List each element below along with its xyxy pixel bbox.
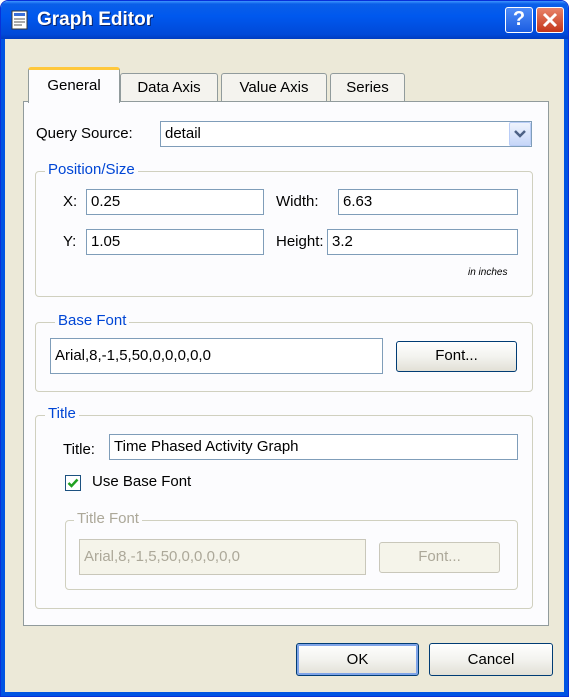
query-source-select[interactable]: detail xyxy=(160,121,532,147)
close-icon xyxy=(542,12,558,28)
query-source-label: Query Source: xyxy=(36,125,133,142)
graph-editor-dialog: Graph Editor ? General Data Axis Value A… xyxy=(0,0,569,697)
x-field[interactable]: 0.25 xyxy=(86,189,264,215)
height-field[interactable]: 3.2 xyxy=(327,229,518,255)
position-size-legend: Position/Size xyxy=(45,161,138,178)
use-base-font-label[interactable]: Use Base Font xyxy=(92,473,191,490)
window-title: Graph Editor xyxy=(37,9,154,30)
tab-value-axis[interactable]: Value Axis xyxy=(221,73,327,101)
title-label: Title: xyxy=(63,441,95,458)
y-field[interactable]: 1.05 xyxy=(86,229,264,255)
y-label: Y: xyxy=(63,233,77,250)
title-field[interactable]: Time Phased Activity Graph xyxy=(109,434,518,460)
x-label: X: xyxy=(63,193,78,210)
query-source-value: detail xyxy=(165,125,201,142)
help-button[interactable]: ? xyxy=(505,7,533,33)
window-border-left xyxy=(1,39,5,696)
ok-button[interactable]: OK xyxy=(296,643,419,676)
title-font-button: Font... xyxy=(379,542,500,573)
chevron-down-icon xyxy=(514,130,526,138)
close-button[interactable] xyxy=(536,7,564,33)
query-source-dropdown-button[interactable] xyxy=(509,122,531,146)
checkmark-icon xyxy=(67,478,79,488)
tab-series[interactable]: Series xyxy=(330,73,405,101)
window-border-right xyxy=(564,39,568,696)
height-label: Height: xyxy=(276,233,324,250)
units-note: in inches xyxy=(468,267,508,278)
title-font-field: Arial,8,-1,5,50,0,0,0,0,0 xyxy=(79,539,366,575)
cancel-button[interactable]: Cancel xyxy=(429,643,553,676)
tab-general[interactable]: General xyxy=(28,67,120,103)
title-legend: Title xyxy=(45,405,79,422)
base-font-field[interactable]: Arial,8,-1,5,50,0,0,0,0,0 xyxy=(50,338,383,374)
document-icon xyxy=(11,10,28,30)
base-font-button[interactable]: Font... xyxy=(396,341,517,372)
title-font-legend: Title Font xyxy=(74,510,142,527)
tab-data-axis[interactable]: Data Axis xyxy=(120,73,218,101)
base-font-legend: Base Font xyxy=(55,312,130,329)
width-label: Width: xyxy=(276,193,319,210)
title-bar[interactable]: Graph Editor ? xyxy=(1,1,568,39)
window-border-bottom xyxy=(1,692,568,696)
use-base-font-checkbox[interactable] xyxy=(65,475,81,491)
width-field[interactable]: 6.63 xyxy=(338,189,518,215)
